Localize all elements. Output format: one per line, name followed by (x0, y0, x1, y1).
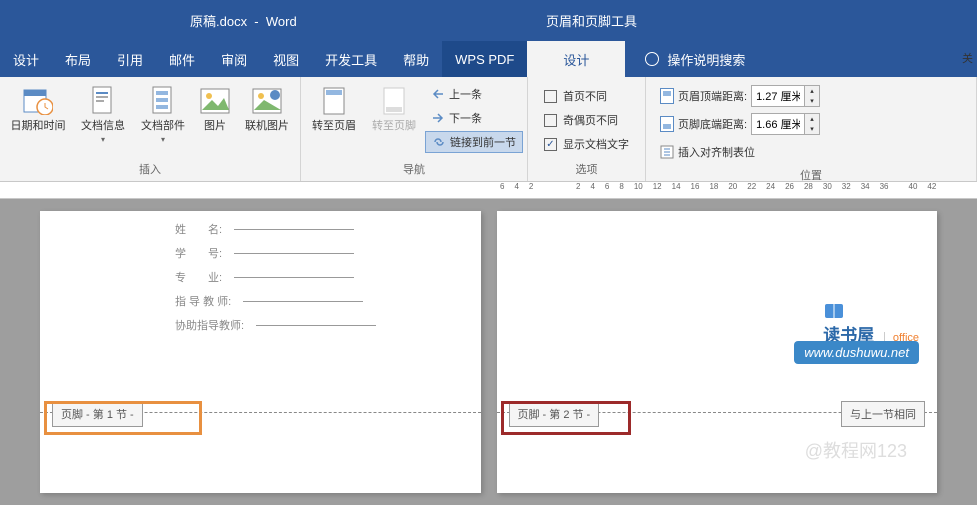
spin-down-icon[interactable]: ▾ (805, 96, 819, 106)
btn-picture[interactable]: 图片 (194, 83, 236, 135)
tab-help[interactable]: 帮助 (390, 41, 442, 77)
link-icon (432, 136, 446, 148)
form-area: 姓 名:学 号:专 业:指 导 教 师:协助指导教师: (175, 221, 376, 341)
btn-link-prev-section[interactable]: 链接到前一节 (425, 131, 523, 153)
next-icon (431, 112, 445, 124)
input-footer-bottom[interactable] (752, 118, 804, 130)
tab-mailings[interactable]: 邮件 (156, 41, 208, 77)
tab-wps-pdf[interactable]: WPS PDF (442, 41, 527, 77)
highlight-red (501, 401, 631, 435)
ghost-watermark: @教程网123 (805, 437, 907, 463)
tell-me-search[interactable]: 操作说明搜索 (645, 41, 745, 77)
label-footer-bottom: 页脚底端距离: (678, 116, 747, 132)
btn-goto-header[interactable]: 转至页眉 (305, 83, 363, 135)
search-placeholder: 操作说明搜索 (667, 50, 745, 69)
btn-doc-info[interactable]: 文档信息 ▾ (74, 83, 132, 146)
group-insert: 日期和时间 文档信息 ▾ 文档部件 ▾ 图片 (0, 77, 301, 181)
tab-review[interactable]: 审阅 (208, 41, 260, 77)
btn-insert-align-tab[interactable]: 插入对齐制表位 (656, 139, 824, 165)
doc-parts-icon (147, 85, 179, 117)
group-options: 首页不同 奇偶页不同 ✓ 显示文档文字 选项 (528, 77, 646, 181)
btn-next[interactable]: 下一条 (425, 107, 523, 129)
title-bar: 原稿.docx - Word 页眉和页脚工具 (0, 0, 977, 41)
ribbon-tabs: 设计 布局 引用 邮件 审阅 视图 开发工具 帮助 WPS PDF 设计 操作说… (0, 41, 977, 77)
page-1[interactable]: 姓 名:学 号:专 业:指 导 教 师:协助指导教师: 页脚 - 第 1 节 - (40, 211, 481, 493)
page-2[interactable]: 读书屋 office教学平台 www.dushuwu.net 页脚 - 第 2 … (497, 211, 938, 493)
align-tab-icon (660, 145, 674, 159)
book-icon (823, 301, 845, 321)
spin-header-top[interactable]: ▴▾ (751, 85, 820, 107)
prev-icon (431, 88, 445, 100)
tab-view[interactable]: 视图 (260, 41, 312, 77)
label-header-top: 页眉顶端距离: (678, 88, 747, 104)
group-position: 页眉顶端距离: ▴▾ 页脚底端距离: ▴▾ 插入对齐制表 (646, 77, 977, 181)
bulb-icon (645, 52, 659, 66)
spin-down-icon[interactable]: ▾ (805, 124, 819, 134)
chevron-down-icon: ▾ (101, 135, 105, 144)
watermark-url: www.dushuwu.net (794, 341, 919, 364)
chk-diff-first-page[interactable]: 首页不同 (540, 85, 633, 107)
picture-icon (199, 85, 231, 117)
calendar-clock-icon (22, 85, 54, 117)
tab-references[interactable]: 引用 (104, 41, 156, 77)
goto-footer-icon (378, 85, 410, 117)
spin-up-icon[interactable]: ▴ (805, 86, 819, 96)
btn-prev[interactable]: 上一条 (425, 83, 523, 105)
same-as-previous-label: 与上一节相同 (841, 401, 925, 427)
btn-date-time[interactable]: 日期和时间 (4, 83, 72, 135)
context-tools-label: 页眉和页脚工具 (526, 0, 657, 41)
header-distance-icon (660, 88, 674, 104)
ribbon: 日期和时间 文档信息 ▾ 文档部件 ▾ 图片 (0, 77, 977, 182)
group-nav-label: 导航 (305, 159, 523, 179)
chk-show-doc-text[interactable]: ✓ 显示文档文字 (540, 133, 633, 155)
spin-footer-bottom[interactable]: ▴▾ (751, 113, 820, 135)
spin-up-icon[interactable]: ▴ (805, 114, 819, 124)
checkbox-icon (544, 114, 557, 127)
checkbox-icon (544, 90, 557, 103)
tab-hf-design[interactable]: 设计 (527, 41, 625, 77)
group-insert-label: 插入 (4, 159, 296, 179)
tab-layout[interactable]: 布局 (52, 41, 104, 77)
document-area: 姓 名:学 号:专 业:指 导 教 师:协助指导教师: 页脚 - 第 1 节 -… (0, 199, 977, 505)
group-navigation: 转至页眉 转至页脚 上一条 下一条 链接到前一节 (301, 77, 528, 181)
chevron-down-icon: ▾ (161, 135, 165, 144)
group-options-label: 选项 (532, 159, 641, 179)
footer-distance-icon (660, 116, 674, 132)
chk-diff-odd-even[interactable]: 奇偶页不同 (540, 109, 633, 131)
ruler[interactable]: 642 246810121416182022242628303234364042 (0, 182, 977, 199)
close-hf-partial[interactable]: 关 (962, 50, 973, 66)
input-header-top[interactable] (752, 90, 804, 102)
online-picture-icon (251, 85, 283, 117)
checkbox-checked-icon: ✓ (544, 138, 557, 151)
btn-doc-parts[interactable]: 文档部件 ▾ (134, 83, 192, 146)
goto-header-icon (318, 85, 350, 117)
tab-developer[interactable]: 开发工具 (312, 41, 390, 77)
highlight-orange (44, 401, 202, 435)
btn-goto-footer: 转至页脚 (365, 83, 423, 135)
tab-design[interactable]: 设计 (0, 41, 52, 77)
btn-online-picture[interactable]: 联机图片 (238, 83, 296, 135)
doc-info-icon (87, 85, 119, 117)
title-text: 原稿.docx - Word (190, 11, 297, 30)
